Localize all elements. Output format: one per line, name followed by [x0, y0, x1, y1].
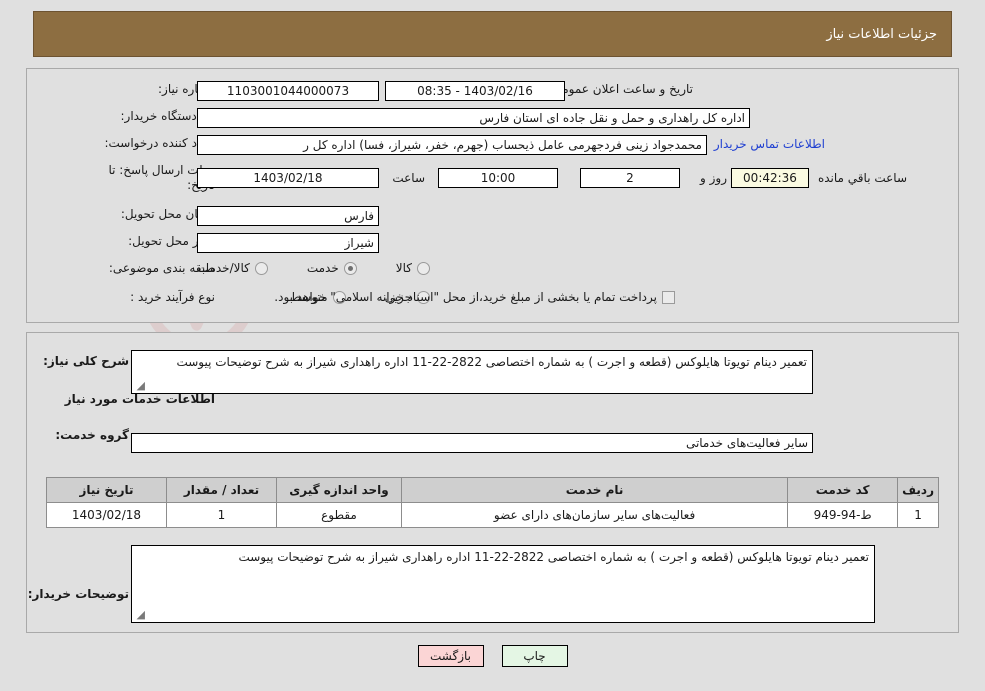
col-row-no: ردیف — [897, 477, 939, 503]
general-desc-value: تعمیر دینام تویوتا هایلوکس (قطعه و اجرت … — [176, 355, 807, 369]
cell-row-no: 1 — [897, 502, 939, 528]
need-summary-panel — [26, 68, 959, 323]
table-header-row: ردیف کد خدمت نام خدمت واحد اندازه گیری ت… — [46, 477, 939, 503]
service-group-label: گروه خدمت: — [55, 428, 129, 442]
services-section-title-wrap: اطلاعات خدمات مورد نیاز — [65, 392, 215, 406]
treasury-bond-text: پرداخت تمام یا بخشی از مبلغ خرید،از محل … — [274, 290, 657, 304]
buyer-contact-link[interactable]: اطلاعات تماس خریدار — [714, 137, 825, 151]
radio-option-khedmat[interactable]: خدمت — [302, 261, 357, 275]
service-group-label-wrap: گروه خدمت: — [55, 428, 129, 442]
purchase-process-label-wrap: نوع فرآیند خرید : — [130, 290, 215, 304]
radio-option-kala-khedmat[interactable]: کالا/خدمت — [193, 261, 268, 275]
radio-icon[interactable] — [417, 261, 430, 275]
request-creator-value: محمدجواد زینی فردجهرمی عامل ذیحساب (جهرم… — [197, 135, 707, 155]
col-need-date: تاریخ نیاز — [46, 477, 167, 503]
general-desc-textarea[interactable]: تعمیر دینام تویوتا هایلوکس (قطعه و اجرت … — [131, 350, 813, 394]
cell-service-name: فعالیت‌های سایر سازمان‌های دارای عضو — [400, 502, 789, 528]
delivery-city-value: شیراز — [197, 233, 379, 253]
cell-service-code: ط-94-949 — [787, 502, 899, 528]
deadline-hour-value: 10:00 — [438, 168, 558, 188]
public-announce-label: تاریخ و ساعت اعلان عمومی: — [548, 82, 693, 96]
radio-label: کالا — [395, 261, 412, 275]
radio-icon[interactable] — [343, 261, 357, 275]
cell-quantity: 1 — [166, 502, 277, 528]
public-announce-value: 1403/02/16 - 08:35 — [385, 81, 565, 101]
action-button-bar: چاپ بازگشت — [0, 645, 985, 667]
public-announce-label-wrap: تاریخ و ساعت اعلان عمومی: — [548, 82, 693, 96]
resize-grip-icon[interactable]: ◢ — [135, 380, 145, 391]
buyer-notes-label: توضیحات خریدار: — [27, 587, 129, 601]
print-button[interactable]: چاپ — [501, 645, 568, 667]
deadline-hour-label: ساعت — [392, 171, 425, 185]
cell-unit: مقطوع — [276, 502, 402, 528]
buyer-org-value: اداره کل راهداری و حمل و نقل جاده ای است… — [197, 108, 750, 128]
col-unit: واحد اندازه گیری — [276, 477, 402, 503]
purchase-process-label: نوع فرآیند خرید : — [130, 290, 215, 304]
table-row: 1 ط-94-949 فعالیت‌های سایر سازمان‌های دا… — [46, 502, 939, 528]
deadline-countdown-timer: 00:42:36 — [731, 168, 809, 188]
cell-need-date: 1403/02/18 — [46, 502, 167, 528]
back-button[interactable]: بازگشت — [417, 645, 484, 667]
radio-option-kala[interactable]: کالا — [391, 261, 430, 275]
radio-icon[interactable] — [254, 261, 268, 275]
subject-class-radio-group: کالا خدمت کالا/خدمت — [193, 261, 430, 275]
services-section-title: اطلاعات خدمات مورد نیاز — [64, 392, 215, 406]
services-table-wrap: ردیف کد خدمت نام خدمت واحد اندازه گیری ت… — [46, 477, 939, 528]
general-desc-label: شرح کلی نیاز: — [43, 354, 129, 368]
services-table: ردیف کد خدمت نام خدمت واحد اندازه گیری ت… — [46, 477, 939, 528]
radio-label: خدمت — [306, 261, 339, 275]
radio-label: کالا/خدمت — [197, 261, 250, 275]
col-service-name: نام خدمت — [400, 477, 789, 503]
need-number-value: 1103001044000073 — [197, 81, 379, 101]
buyer-notes-value: تعمیر دینام تویوتا هایلوکس (قطعه و اجرت … — [238, 550, 869, 564]
service-group-value: سایر فعالیت‌های خدماتی — [131, 433, 813, 453]
deadline-timer-suffix: ساعت باقي مانده — [817, 171, 907, 185]
resize-grip-icon[interactable]: ◢ — [135, 609, 145, 620]
buyer-notes-label-wrap: توضیحات خریدار: — [28, 587, 129, 601]
col-quantity: تعداد / مقدار — [166, 477, 277, 503]
delivery-province-value: فارس — [197, 206, 379, 226]
general-desc-label-wrap: شرح کلی نیاز: — [43, 354, 129, 368]
page-title: جزئیات اطلاعات نیاز — [826, 26, 937, 42]
deadline-days-separator: روز و — [700, 171, 727, 185]
checkbox-icon[interactable] — [662, 290, 675, 304]
deadline-days-value: 2 — [580, 168, 680, 188]
deadline-date-value: 1403/02/18 — [197, 168, 379, 188]
buyer-notes-textarea[interactable]: تعمیر دینام تویوتا هایلوکس (قطعه و اجرت … — [131, 545, 875, 623]
col-service-code: کد خدمت — [787, 477, 899, 503]
page-header: جزئیات اطلاعات نیاز — [33, 11, 952, 57]
treasury-bond-checkbox-wrap[interactable]: پرداخت تمام یا بخشی از مبلغ خرید،از محل … — [269, 290, 675, 304]
